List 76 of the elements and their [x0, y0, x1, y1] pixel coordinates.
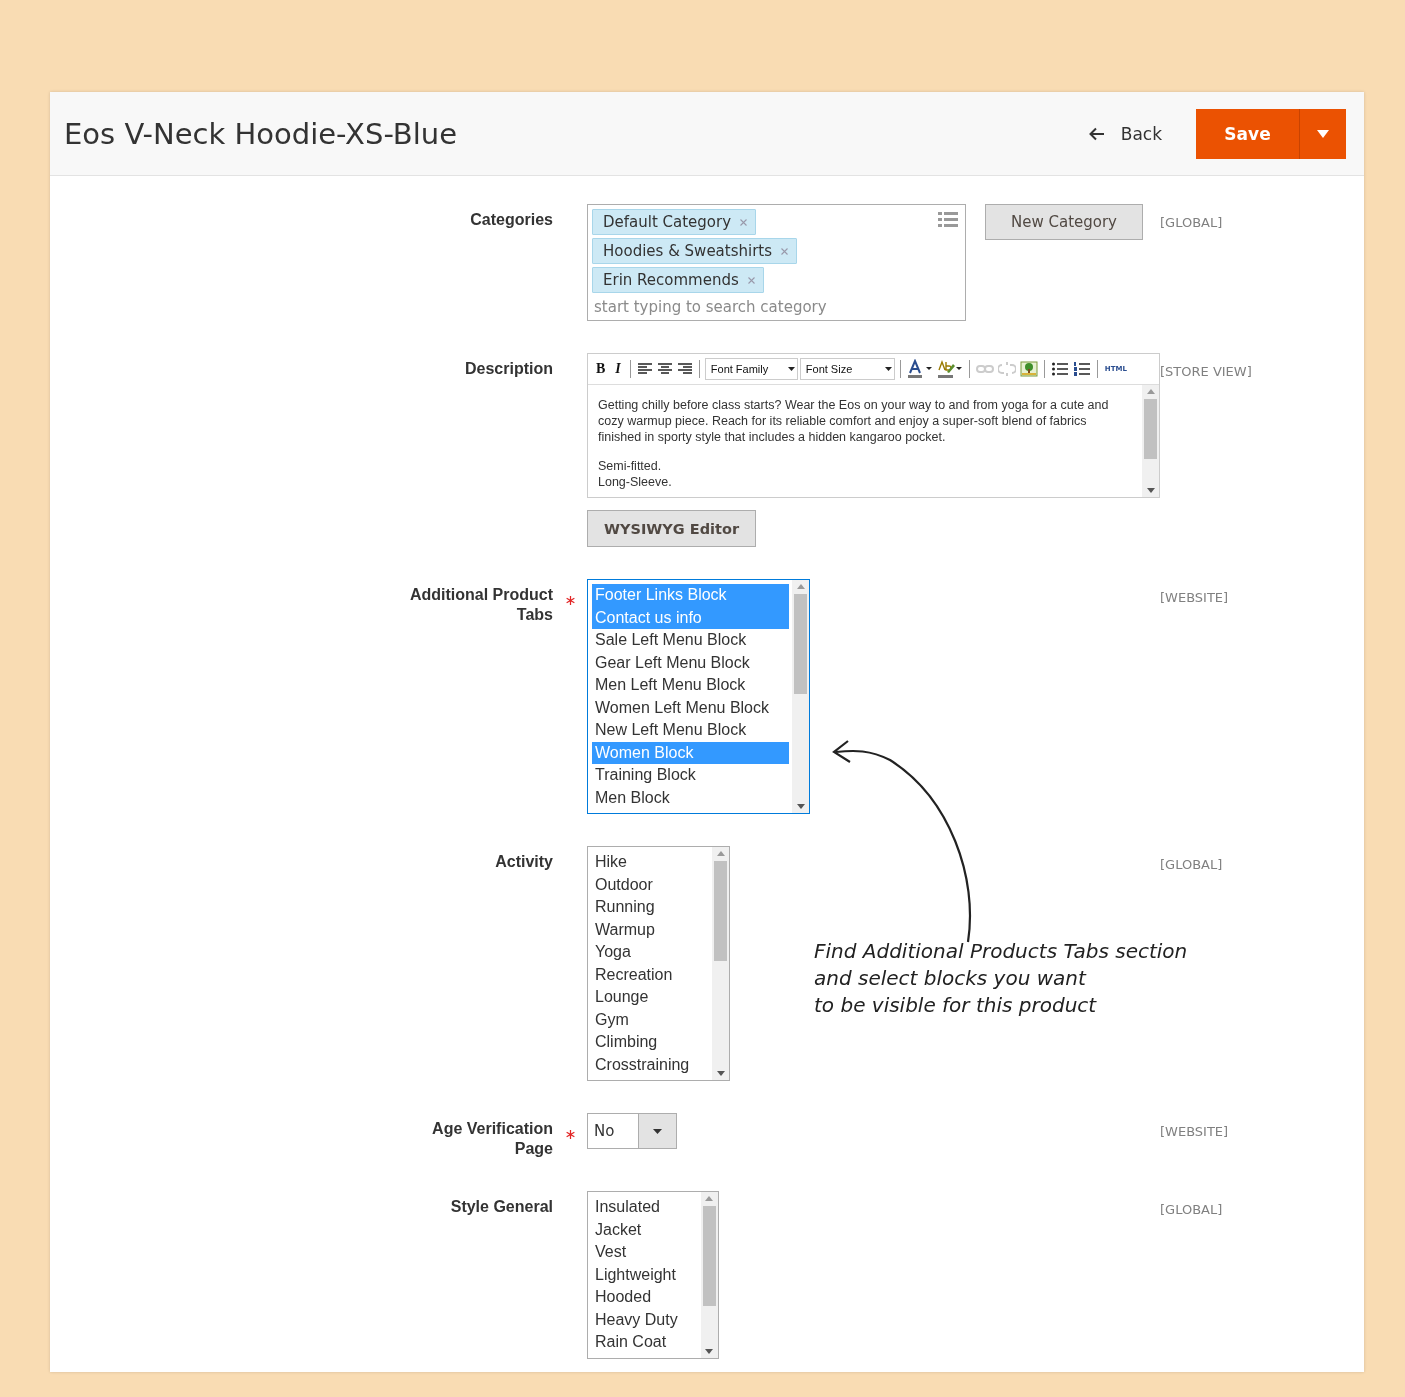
font-family-dropdown[interactable]: Font Family [704, 358, 798, 380]
list-option[interactable]: Yoga [592, 941, 710, 964]
text-color-icon[interactable] [906, 359, 933, 379]
bullet-list-icon[interactable] [1050, 361, 1069, 377]
category-tag[interactable]: Hoodies & Sweatshirts [592, 238, 798, 264]
multiselect-list[interactable]: Footer Links Block Contact us info Sale Left Menu Block Gear Left Menu Block Men Left Menu Block Women Left Menu Block New Left Menu Block Women Block Training Block Men Block [587, 579, 810, 814]
caret-icon [653, 1128, 662, 1134]
list-option[interactable]: Sale Left Menu Block [592, 629, 789, 652]
scrollbar[interactable] [712, 847, 730, 1080]
page-title: Eos V-Neck Hoodie-XS-Blue [64, 116, 457, 151]
wysiwyg-editor-button[interactable]: WYSIWYG Editor [587, 510, 757, 547]
list-option[interactable]: Crosstraining [592, 1053, 710, 1076]
list-option[interactable]: Lightweight [592, 1263, 698, 1286]
category-tag[interactable]: Default Category [592, 209, 757, 235]
scope-label: [WEBSITE] [1160, 590, 1229, 605]
new-category-button[interactable]: New Category [985, 204, 1143, 240]
image-icon[interactable] [1019, 361, 1038, 377]
align-right-icon[interactable] [676, 362, 693, 376]
list-option[interactable]: New Left Menu Block [592, 719, 789, 742]
annotation-note: Find Additional Products Tabs section and select blocks you want to be visible for this product [814, 938, 1188, 1019]
multiselect-list[interactable]: Hike Outdoor Running Warmup Yoga Recreation Lounge Gym Climbing Crosstraining [587, 846, 731, 1081]
list-option[interactable]: Men Block [592, 786, 789, 809]
numbered-list-icon[interactable] [1072, 361, 1091, 377]
scope-label: [WEBSITE] [1160, 1124, 1229, 1139]
list-option[interactable]: Outdoor [592, 873, 710, 896]
list-option[interactable]: Hooded [592, 1286, 698, 1309]
align-center-icon[interactable] [656, 362, 673, 376]
field-label: Description [465, 359, 553, 379]
list-option[interactable]: Rain Coat [592, 1331, 698, 1354]
scope-label: [GLOBAL] [1160, 1202, 1223, 1217]
back-button[interactable]: Back [1088, 123, 1162, 144]
list-option[interactable]: Warmup [592, 918, 710, 941]
field-label: Style General [450, 1197, 553, 1217]
highlight-color-icon[interactable] [936, 359, 963, 379]
description-text: Long-Sleeve. [598, 474, 673, 490]
left-arrow-icon [1088, 126, 1105, 141]
caret-icon [884, 367, 892, 371]
field-label: Activity [495, 852, 553, 872]
scope-label: [GLOBAL] [1160, 857, 1223, 872]
scrollbar[interactable] [700, 1192, 718, 1358]
list-option[interactable]: Vest [592, 1241, 698, 1264]
list-option[interactable]: Climbing [592, 1031, 710, 1054]
list-option[interactable]: Hike [592, 851, 710, 874]
save-options-button[interactable] [1299, 108, 1346, 159]
field-label: Age Verification Page [431, 1119, 553, 1159]
field-label: Categories [470, 210, 553, 230]
save-button[interactable]: Save [1196, 108, 1299, 159]
caret-icon [1317, 129, 1329, 138]
scope-label: [GLOBAL] [1160, 215, 1223, 230]
description-text: Getting chilly before class starts? Wear the Eos on your way to and from yoga for a cute and cozy warmup piece. Reach for its reliable comfort and enjoy a super-soft blend of fabrics finished in sporty style that includes a hidden kangaroo pocket. [598, 397, 1110, 445]
list-option[interactable]: Jacket [592, 1218, 698, 1241]
list-option[interactable]: Training Block [592, 764, 789, 787]
font-size-dropdown[interactable]: Font Size [799, 358, 895, 380]
scope-label: [STORE VIEW] [1160, 364, 1252, 379]
align-left-icon[interactable] [636, 362, 653, 376]
list-option[interactable]: Recreation [592, 963, 710, 986]
list-option[interactable]: Gear Left Menu Block [592, 651, 789, 674]
list-option[interactable]: Lounge [592, 986, 710, 1009]
description-text: Semi-fitted. [598, 458, 663, 474]
list-option[interactable]: Running [592, 896, 710, 919]
caret-icon [787, 367, 795, 371]
italic-button[interactable]: I [611, 361, 625, 377]
list-option[interactable]: Gym [592, 1008, 710, 1031]
list-icon [938, 212, 958, 228]
scrollbar[interactable] [1142, 385, 1159, 497]
list-option[interactable]: Heavy Duty [592, 1308, 698, 1331]
category-select-field[interactable]: Default Category Hoodies & Sweatshirts Erin Recommends start typing to search category [587, 204, 966, 321]
list-option[interactable]: Men Left Menu Block [592, 674, 789, 697]
list-option[interactable]: Insulated [592, 1196, 698, 1219]
field-label: Additional Product Tabs [408, 585, 553, 625]
list-option[interactable]: Women Left Menu Block [592, 696, 789, 719]
scrollbar[interactable] [792, 580, 809, 813]
multiselect-list[interactable]: Insulated Jacket Vest Lightweight Hooded Heavy Duty Rain Coat [587, 1191, 719, 1359]
bold-button[interactable]: B [592, 361, 610, 377]
category-tag[interactable]: Erin Recommends [592, 267, 764, 293]
dropdown-select[interactable]: No [587, 1113, 677, 1149]
